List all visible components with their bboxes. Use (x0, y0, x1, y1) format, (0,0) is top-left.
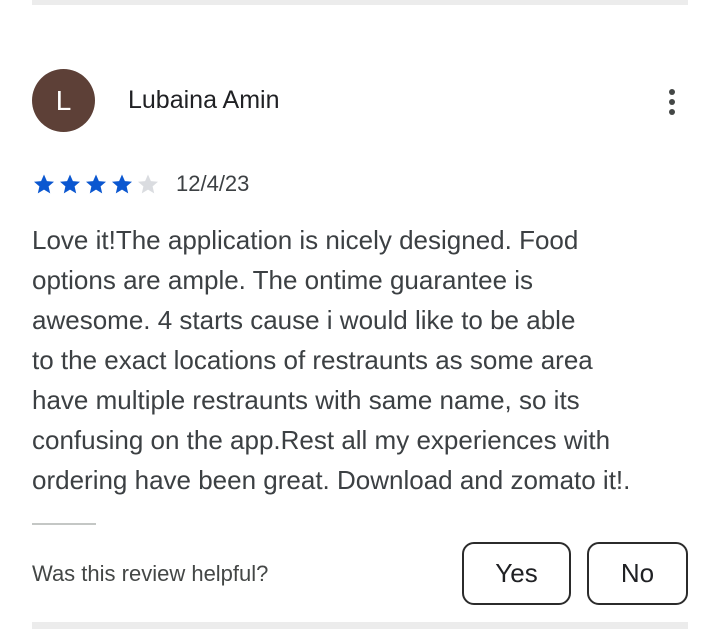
star-filled-icon (34, 174, 54, 194)
yes-button[interactable]: Yes (462, 542, 571, 605)
star-filled-icon (86, 174, 106, 194)
rating-row: 12/4/23 (32, 170, 249, 198)
no-button[interactable]: No (587, 542, 688, 605)
review-card: L Lubaina Amin 12/4/23 Love it!The appli… (0, 0, 720, 629)
section-divider (32, 523, 96, 525)
star-rating (32, 172, 162, 196)
helpful-question: Was this review helpful? (32, 561, 269, 586)
bottom-divider (32, 622, 688, 629)
star-empty-icon (138, 174, 158, 194)
top-divider (32, 0, 688, 5)
star-filled-icon (112, 174, 132, 194)
review-date: 12/4/23 (176, 171, 250, 196)
star-filled-icon (60, 174, 80, 194)
menu-dot (669, 109, 675, 115)
reviewer-name: Lubaina Amin (128, 86, 280, 114)
more-vertical-icon[interactable] (652, 80, 692, 124)
menu-dot (669, 89, 675, 95)
review-text: Love it!The application is nicely design… (32, 225, 631, 495)
menu-dot (669, 99, 675, 105)
avatar-letter: L (55, 84, 72, 116)
avatar: L (32, 69, 95, 132)
